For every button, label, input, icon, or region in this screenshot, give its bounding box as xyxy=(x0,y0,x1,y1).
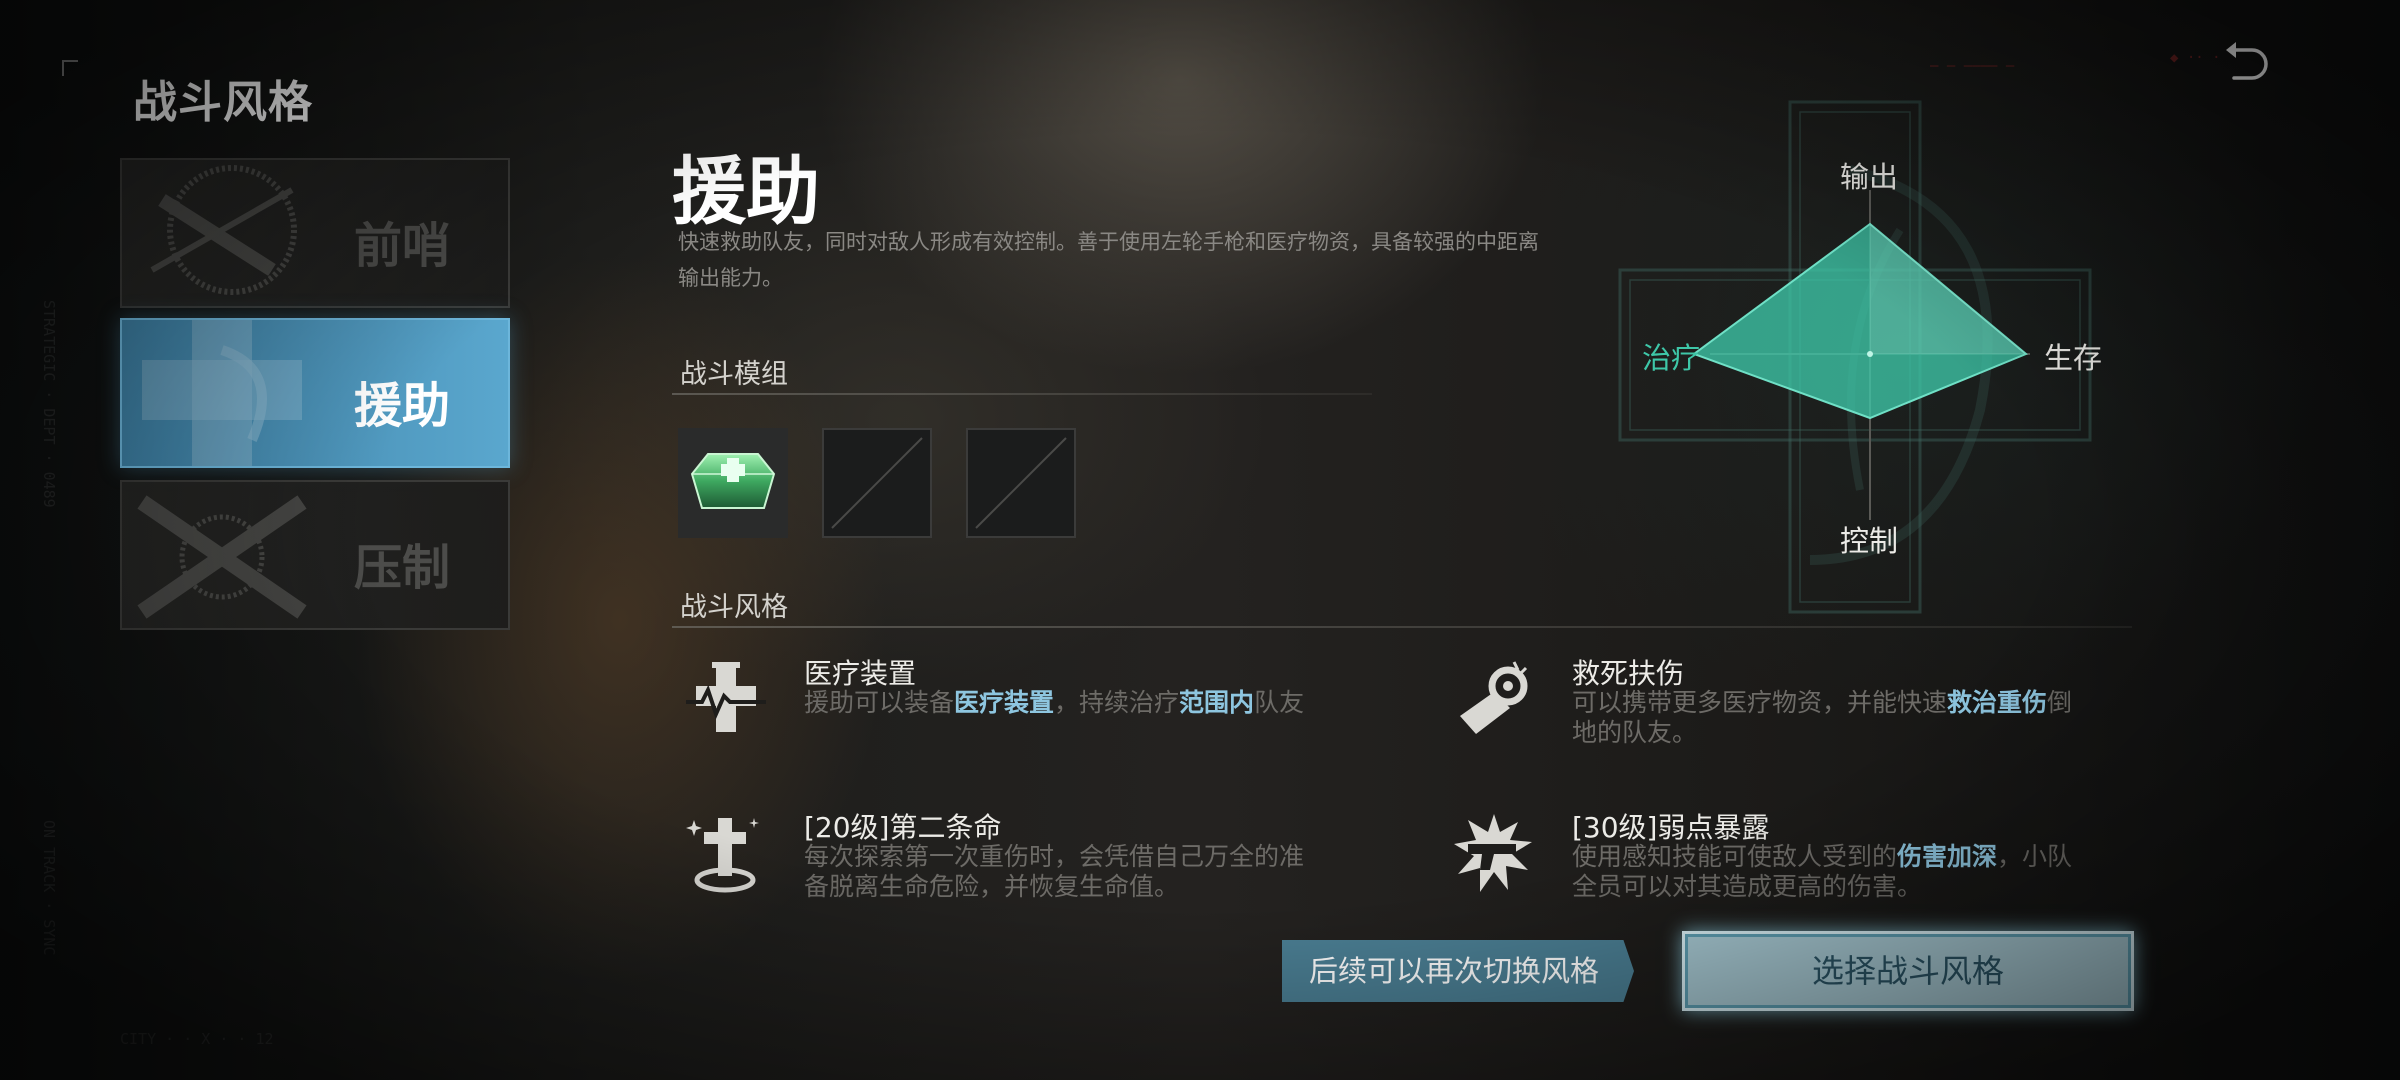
highlight-keyword: 救治重伤 xyxy=(1947,688,2048,717)
sidebar-item-label: 前哨 xyxy=(353,218,450,274)
trait-description: 援助可以装备医疗装置，持续治疗范围内队友 xyxy=(804,688,1314,718)
trait-description: 使用感知技能可使敌人受到的伤害加深，小队全员可以对其造成更高的伤害。 xyxy=(1572,842,2082,902)
description-text: 援助可以装备 xyxy=(804,688,955,717)
revive-cross-icon xyxy=(686,818,759,893)
sidebar-item-label: 援助 xyxy=(353,378,450,434)
highlight-keyword: 范围内 xyxy=(1179,688,1255,717)
switch-hint-tag: 后续可以再次切换风格 xyxy=(1282,940,1634,1002)
radar-label-output: 输出 xyxy=(1840,160,1899,194)
radar-label-healing: 治疗 xyxy=(1642,341,1701,375)
page-title: 战斗风格 xyxy=(133,77,313,128)
revolver-burst-icon xyxy=(1454,814,1532,892)
description-text: 使用感知技能可使敌人受到的 xyxy=(1572,842,1898,871)
back-button[interactable] xyxy=(2222,38,2276,88)
edge-decoration: STRATEGIC · DEPT · 0489 xyxy=(40,300,58,508)
hud-decoration: ◆ ·· · xyxy=(2170,50,2221,66)
description-text: ，持续治疗 xyxy=(1054,688,1180,717)
module-slot-1[interactable] xyxy=(678,428,788,538)
outpost-emblem-icon xyxy=(150,165,297,295)
suppress-emblem-icon xyxy=(137,495,307,619)
trait-title: [30级]弱点暴露 xyxy=(1572,811,1770,844)
sidebar-item-suppress[interactable]: 压制 xyxy=(120,480,510,630)
bandage-roll-icon xyxy=(1460,661,1528,734)
empty-slot-icon xyxy=(831,437,923,529)
support-emblem-icon xyxy=(142,320,302,466)
select-combat-style-button[interactable]: 选择战斗风格 xyxy=(1682,931,2134,1011)
module-slot-2[interactable] xyxy=(822,428,932,538)
trait-title: [20级]第二条命 xyxy=(804,811,1002,844)
trait-description: 每次探索第一次重伤时，会凭借自己万全的准备脱离生命危险，并恢复生命值。 xyxy=(804,842,1314,902)
radar-label-control: 控制 xyxy=(1840,524,1899,558)
modules-section-label: 战斗模组 xyxy=(680,359,788,390)
edge-decoration: ON TRACK · SYNC xyxy=(40,820,58,956)
description-text: 每次探索第一次重伤时，会凭借自己万全的准备脱离生命危险，并恢复生命值。 xyxy=(804,842,1305,901)
back-arrow-icon xyxy=(2226,42,2268,80)
highlight-keyword: 医疗装置 xyxy=(954,688,1055,717)
module-slot-3[interactable] xyxy=(966,428,1076,538)
trait-title: 医疗装置 xyxy=(804,657,917,690)
highlight-keyword: 伤害加深 xyxy=(1897,842,1998,871)
medical-device-icon xyxy=(686,662,766,732)
edge-decoration: CITY · · X · · 12 xyxy=(120,1030,274,1048)
hud-decoration: — — ———— — xyxy=(1930,58,2015,74)
empty-slot-icon xyxy=(975,437,1067,529)
description-text: 队友 xyxy=(1254,688,1305,717)
traits-section-label: 战斗风格 xyxy=(680,592,788,623)
role-title: 援助 xyxy=(672,149,820,235)
description-text: 可以携带更多医疗物资，并能快速 xyxy=(1572,688,1948,717)
sidebar-item-outpost[interactable]: 前哨 xyxy=(120,158,510,308)
trait-description: 可以携带更多医疗物资，并能快速救治重伤倒地的队友。 xyxy=(1572,688,2082,748)
radar-center-dot xyxy=(1867,351,1873,357)
section-divider xyxy=(672,393,1372,395)
medkit-gem-icon xyxy=(690,453,776,509)
role-description: 快速救助队友，同时对敌人形成有效控制。善于使用左轮手枪和医疗物资，具备较强的中距… xyxy=(678,230,1539,290)
sidebar-item-label: 压制 xyxy=(353,540,450,596)
sidebar-item-support[interactable]: 援助 xyxy=(120,318,510,468)
corner-bracket xyxy=(62,60,78,76)
radar-label-survival: 生存 xyxy=(2044,341,2103,375)
trait-title: 救死扶伤 xyxy=(1572,657,1685,690)
combat-style-screen: STRATEGIC · DEPT · 0489 ON TRACK · SYNC … xyxy=(0,0,2400,1080)
